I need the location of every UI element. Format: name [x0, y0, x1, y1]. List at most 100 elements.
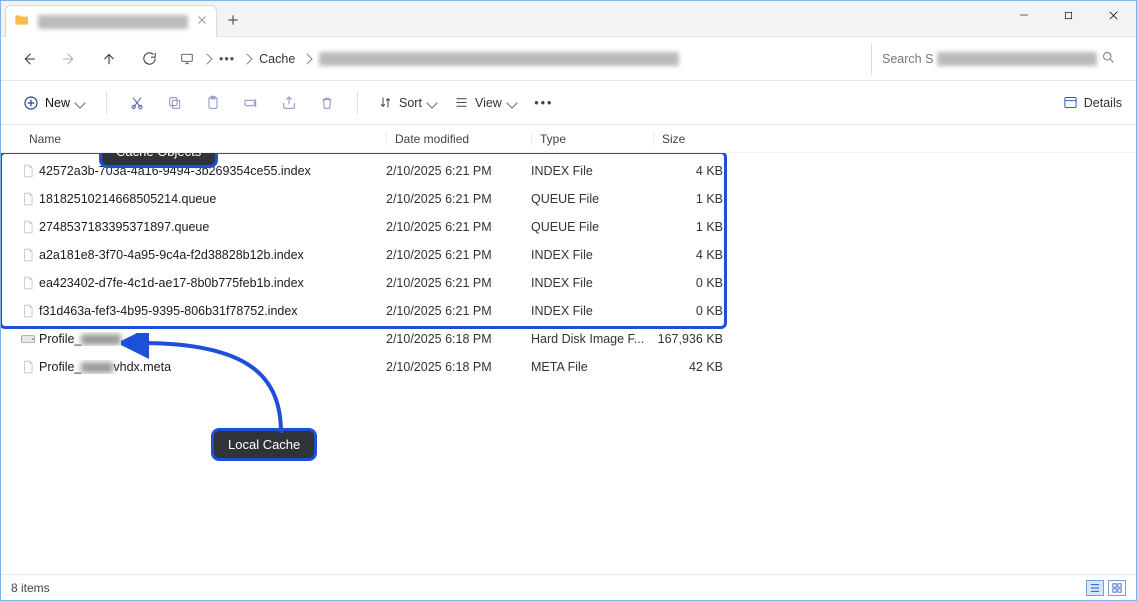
view-button[interactable]: View	[448, 91, 522, 114]
file-name: 2748537183395371897.queue	[39, 220, 386, 234]
file-name-redacted	[81, 334, 121, 345]
column-size[interactable]: Size	[653, 132, 731, 146]
more-button[interactable]: •••	[528, 87, 560, 119]
breadcrumb-current[interactable]: Cache	[259, 52, 295, 66]
folder-icon	[14, 12, 30, 31]
file-type: INDEX File	[531, 248, 653, 262]
file-icon	[17, 247, 39, 263]
file-size: 42 KB	[653, 360, 723, 374]
details-button[interactable]: Details	[1063, 95, 1122, 110]
file-icon	[17, 275, 39, 291]
table-row[interactable]: ea423402-d7fe-4c1d-ae17-8b0b775feb1b.ind…	[17, 269, 1126, 297]
column-name[interactable]: Name	[29, 132, 386, 146]
layout-grid-button[interactable]	[1108, 580, 1126, 596]
file-date: 2/10/2025 6:21 PM	[386, 248, 531, 262]
file-size: 167,936 KB	[653, 332, 723, 346]
column-type[interactable]: Type	[531, 132, 653, 146]
file-name: 18182510214668505214.queue	[39, 192, 386, 206]
sort-label: Sort	[399, 96, 422, 110]
new-label: New	[45, 96, 70, 110]
file-name: Profile_	[39, 332, 386, 346]
copy-button[interactable]	[159, 87, 191, 119]
separator	[106, 92, 107, 114]
file-date: 2/10/2025 6:18 PM	[386, 360, 531, 374]
table-row[interactable]: 18182510214668505214.queue 2/10/2025 6:2…	[17, 185, 1126, 213]
file-name: f31d463a-fef3-4b95-9395-806b31f78752.ind…	[39, 304, 386, 318]
file-type: QUEUE File	[531, 220, 653, 234]
new-button[interactable]: New	[15, 91, 92, 115]
annotation-label-cache-objects: Cache Objects	[99, 153, 218, 168]
delete-button[interactable]	[311, 87, 343, 119]
file-icon	[17, 191, 39, 207]
file-size: 4 KB	[653, 248, 723, 262]
layout-details-button[interactable]	[1086, 580, 1104, 596]
chevron-down-icon	[74, 97, 85, 108]
breadcrumb[interactable]: ••• Cache	[179, 52, 679, 66]
tab-current[interactable]	[5, 5, 217, 37]
file-date: 2/10/2025 6:21 PM	[386, 276, 531, 290]
chevron-right-icon	[201, 53, 212, 64]
file-date: 2/10/2025 6:21 PM	[386, 304, 531, 318]
file-type: INDEX File	[531, 304, 653, 318]
cut-button[interactable]	[121, 87, 153, 119]
file-date: 2/10/2025 6:21 PM	[386, 192, 531, 206]
file-size: 0 KB	[653, 304, 723, 318]
chevron-down-icon	[426, 97, 437, 108]
rename-button[interactable]	[235, 87, 267, 119]
file-type: QUEUE File	[531, 192, 653, 206]
minimize-button[interactable]	[1001, 0, 1046, 30]
column-date[interactable]: Date modified	[386, 132, 531, 146]
status-bar: 8 items	[1, 574, 1136, 600]
breadcrumb-ellipsis[interactable]: •••	[219, 52, 235, 66]
share-button[interactable]	[273, 87, 305, 119]
file-type: INDEX File	[531, 164, 653, 178]
search-icon	[1101, 50, 1116, 68]
refresh-button[interactable]	[131, 43, 167, 75]
table-row[interactable]: f31d463a-fef3-4b95-9395-806b31f78752.ind…	[17, 297, 1126, 325]
file-size: 0 KB	[653, 276, 723, 290]
window-controls	[1001, 0, 1136, 36]
table-row[interactable]: a2a181e8-3f70-4a95-9c4a-f2d38828b12b.ind…	[17, 241, 1126, 269]
file-icon	[17, 359, 39, 375]
command-bar: New Sort View ••• Details	[1, 81, 1136, 125]
file-size: 1 KB	[653, 220, 723, 234]
paste-button[interactable]	[197, 87, 229, 119]
file-icon	[17, 163, 39, 179]
file-type: Hard Disk Image F...	[531, 332, 653, 346]
chevron-down-icon	[506, 97, 517, 108]
add-tab-button[interactable]	[217, 4, 249, 36]
file-date: 2/10/2025 6:21 PM	[386, 220, 531, 234]
monitor-icon	[179, 52, 195, 66]
file-name-redacted	[81, 362, 113, 373]
sort-button[interactable]: Sort	[372, 91, 442, 114]
search-placeholder-prefix: Search S	[882, 52, 933, 66]
table-row[interactable]: 2748537183395371897.queue 2/10/2025 6:21…	[17, 213, 1126, 241]
address-bar[interactable]: ••• Cache	[171, 43, 867, 75]
close-button[interactable]	[1091, 0, 1136, 30]
search-placeholder-redacted	[937, 52, 1097, 66]
tab-title-redacted	[38, 15, 188, 29]
file-size: 1 KB	[653, 192, 723, 206]
file-date: 2/10/2025 6:18 PM	[386, 332, 531, 346]
maximize-button[interactable]	[1046, 0, 1091, 30]
file-list: Cache Objects 42572a3b-703a-4a16-9494-3b…	[1, 153, 1136, 573]
file-type: META File	[531, 360, 653, 374]
table-row[interactable]: Profile_vhdx.meta 2/10/2025 6:18 PM META…	[17, 353, 1126, 381]
file-name: a2a181e8-3f70-4a95-9c4a-f2d38828b12b.ind…	[39, 248, 386, 262]
search-input[interactable]: Search S	[871, 43, 1126, 75]
view-label: View	[475, 96, 502, 110]
separator	[357, 92, 358, 114]
table-row[interactable]: Profile_ 2/10/2025 6:18 PM Hard Disk Ima…	[17, 325, 1126, 353]
details-label: Details	[1084, 96, 1122, 110]
annotation-label-local-cache: Local Cache	[211, 428, 317, 461]
close-tab-icon[interactable]	[196, 14, 208, 29]
navbar: ••• Cache Search S	[1, 37, 1136, 81]
file-icon	[17, 303, 39, 319]
file-name: ea423402-d7fe-4c1d-ae17-8b0b775feb1b.ind…	[39, 276, 386, 290]
item-count: 8 items	[11, 581, 50, 595]
up-button[interactable]	[91, 43, 127, 75]
back-button[interactable]	[11, 43, 47, 75]
forward-button[interactable]	[51, 43, 87, 75]
file-name: Profile_vhdx.meta	[39, 360, 386, 374]
layout-toggle	[1086, 580, 1126, 596]
